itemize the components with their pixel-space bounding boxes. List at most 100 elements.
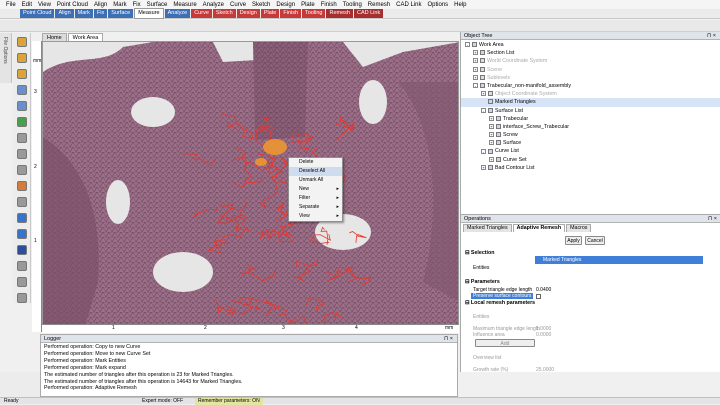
mode-tab[interactable]: Fix bbox=[93, 9, 108, 18]
menu-item[interactable]: View bbox=[38, 2, 51, 8]
3d-viewport[interactable] bbox=[42, 41, 459, 332]
add-button[interactable]: Add bbox=[475, 339, 535, 347]
menu-item[interactable]: File bbox=[6, 2, 16, 8]
menu-item[interactable]: Remesh bbox=[368, 2, 390, 8]
mode-tab[interactable]: Remesh bbox=[326, 9, 353, 18]
context-menu-item[interactable]: View ▸ bbox=[289, 212, 342, 221]
menu-item[interactable]: Sketch bbox=[252, 2, 270, 8]
menu-item[interactable]: Edit bbox=[22, 2, 32, 8]
menu-item[interactable]: Help bbox=[454, 2, 466, 8]
expand-icon[interactable]: + bbox=[489, 156, 494, 162]
menu-item[interactable]: Curve bbox=[230, 2, 246, 8]
expand-icon[interactable]: + bbox=[489, 132, 494, 138]
tool-icon[interactable] bbox=[17, 69, 27, 79]
tool-icon[interactable] bbox=[17, 165, 27, 175]
tool-icon[interactable] bbox=[17, 261, 27, 271]
menu-item[interactable]: Tooling bbox=[343, 2, 362, 8]
tool-icon[interactable] bbox=[17, 293, 27, 303]
tool-icon[interactable] bbox=[17, 197, 27, 207]
tree-item[interactable]: + Object Coordinate System bbox=[461, 90, 720, 98]
influence-value[interactable]: 0.0000 bbox=[536, 332, 551, 338]
tree-item[interactable]: - Surface List bbox=[461, 107, 720, 115]
file-options-tab[interactable]: File Options bbox=[0, 33, 12, 83]
pin-close-icon[interactable]: ⊓ × bbox=[444, 335, 453, 343]
tree-item[interactable]: + Section List bbox=[461, 49, 720, 57]
mode-tab[interactable]: Analyze bbox=[164, 9, 191, 18]
expand-icon[interactable]: + bbox=[481, 164, 486, 170]
collapse-icon[interactable]: - bbox=[465, 42, 470, 48]
context-menu-item[interactable]: Deselect All bbox=[289, 167, 342, 176]
tree-item[interactable]: + Screw bbox=[461, 131, 720, 139]
tool-icon[interactable] bbox=[17, 229, 27, 239]
tree-item[interactable]: + Sublevels bbox=[461, 74, 720, 82]
local-remesh-section[interactable]: ⊟ Local remesh parameters bbox=[465, 300, 535, 306]
tree-item[interactable]: Marked Triangles bbox=[461, 98, 720, 107]
mode-tab[interactable]: Surface bbox=[108, 9, 134, 18]
tool-icon[interactable] bbox=[17, 53, 27, 63]
mode-tab[interactable]: Align bbox=[55, 9, 74, 18]
menu-item[interactable]: Point Cloud bbox=[57, 2, 88, 8]
tab-adaptive-remesh[interactable]: Adaptive Remesh bbox=[512, 224, 566, 232]
tool-icon[interactable] bbox=[17, 101, 27, 111]
menu-item[interactable]: Options bbox=[427, 2, 448, 8]
collapse-icon[interactable]: - bbox=[481, 107, 486, 113]
mode-tab[interactable]: Design bbox=[236, 9, 260, 18]
tree-item[interactable]: + Bad Contour List bbox=[461, 164, 720, 172]
pin-close-icon[interactable]: ⊓ × bbox=[708, 215, 717, 223]
expand-icon[interactable]: + bbox=[473, 50, 478, 56]
tab-marked-triangles[interactable]: Marked Triangles bbox=[463, 224, 512, 232]
tool-icon[interactable] bbox=[17, 149, 27, 159]
menu-item[interactable]: Measure bbox=[173, 2, 196, 8]
tree-item[interactable]: + Surface bbox=[461, 139, 720, 147]
tool-icon[interactable] bbox=[17, 117, 27, 127]
tree-item[interactable]: - Work Area bbox=[461, 41, 720, 49]
growth-value[interactable]: 25.0000 bbox=[536, 367, 554, 373]
menu-item[interactable]: Surface bbox=[147, 2, 168, 8]
collapse-icon[interactable]: - bbox=[481, 148, 486, 154]
context-menu-item[interactable]: Unmark All bbox=[289, 176, 342, 185]
pin-close-icon[interactable]: ⊓ × bbox=[707, 32, 716, 40]
expand-icon[interactable]: + bbox=[489, 115, 494, 121]
preserve-contours-checkbox[interactable] bbox=[536, 294, 541, 299]
tool-icon[interactable] bbox=[17, 85, 27, 95]
tree-item[interactable]: + interface_Screw_Trabecular bbox=[461, 123, 720, 131]
context-menu-item[interactable]: Delete bbox=[289, 158, 342, 167]
mode-tab[interactable]: Curve bbox=[191, 9, 212, 18]
cancel-button[interactable]: Cancel bbox=[585, 236, 605, 245]
context-menu-item[interactable]: Filter ▸ bbox=[289, 194, 342, 203]
menu-item[interactable]: Analyze bbox=[203, 2, 224, 8]
menu-item[interactable]: Finish bbox=[321, 2, 337, 8]
mode-tab[interactable]: Sketch bbox=[212, 9, 236, 18]
menu-item[interactable]: Mark bbox=[113, 2, 126, 8]
expand-icon[interactable]: + bbox=[473, 74, 478, 80]
tree-item[interactable]: - Trabecular_non-manifold_assembly bbox=[461, 82, 720, 90]
expand-icon[interactable]: + bbox=[473, 66, 478, 72]
context-menu-item[interactable]: Separate ▸ bbox=[289, 203, 342, 212]
mode-tab[interactable]: Plate bbox=[260, 9, 280, 18]
context-menu-item[interactable]: New ▸ bbox=[289, 185, 342, 194]
menu-item[interactable]: Design bbox=[276, 2, 295, 8]
tool-icon[interactable] bbox=[17, 277, 27, 287]
menu-item[interactable]: Align bbox=[94, 2, 107, 8]
expand-icon[interactable]: + bbox=[489, 123, 494, 129]
tab-macros[interactable]: Macros bbox=[566, 224, 592, 232]
collapse-icon[interactable]: - bbox=[473, 83, 478, 89]
expand-icon[interactable]: + bbox=[473, 58, 478, 64]
tab-home[interactable]: Home bbox=[42, 33, 67, 41]
parameters-section[interactable]: ⊟ Parameters bbox=[465, 279, 500, 285]
menu-item[interactable]: Plate bbox=[301, 2, 315, 8]
mode-tab[interactable]: Point Cloud bbox=[20, 9, 55, 18]
tool-icon[interactable] bbox=[17, 213, 27, 223]
tool-icon[interactable] bbox=[17, 37, 27, 47]
mode-tab[interactable]: Mark bbox=[74, 9, 93, 18]
tab-work-area[interactable]: Work Area bbox=[67, 33, 104, 41]
mode-tab[interactable]: CAD Link bbox=[353, 9, 384, 18]
tool-icon[interactable] bbox=[17, 133, 27, 143]
mode-tab[interactable]: Measure bbox=[134, 8, 164, 19]
mode-tab[interactable]: Tooling bbox=[302, 9, 326, 18]
tree-item[interactable]: + Curve Set bbox=[461, 156, 720, 164]
tree-item[interactable]: - Curve List bbox=[461, 147, 720, 155]
apply-button[interactable]: Apply bbox=[565, 236, 582, 245]
tool-icon[interactable] bbox=[17, 245, 27, 255]
tree-item[interactable]: + World Coordinate System bbox=[461, 57, 720, 65]
